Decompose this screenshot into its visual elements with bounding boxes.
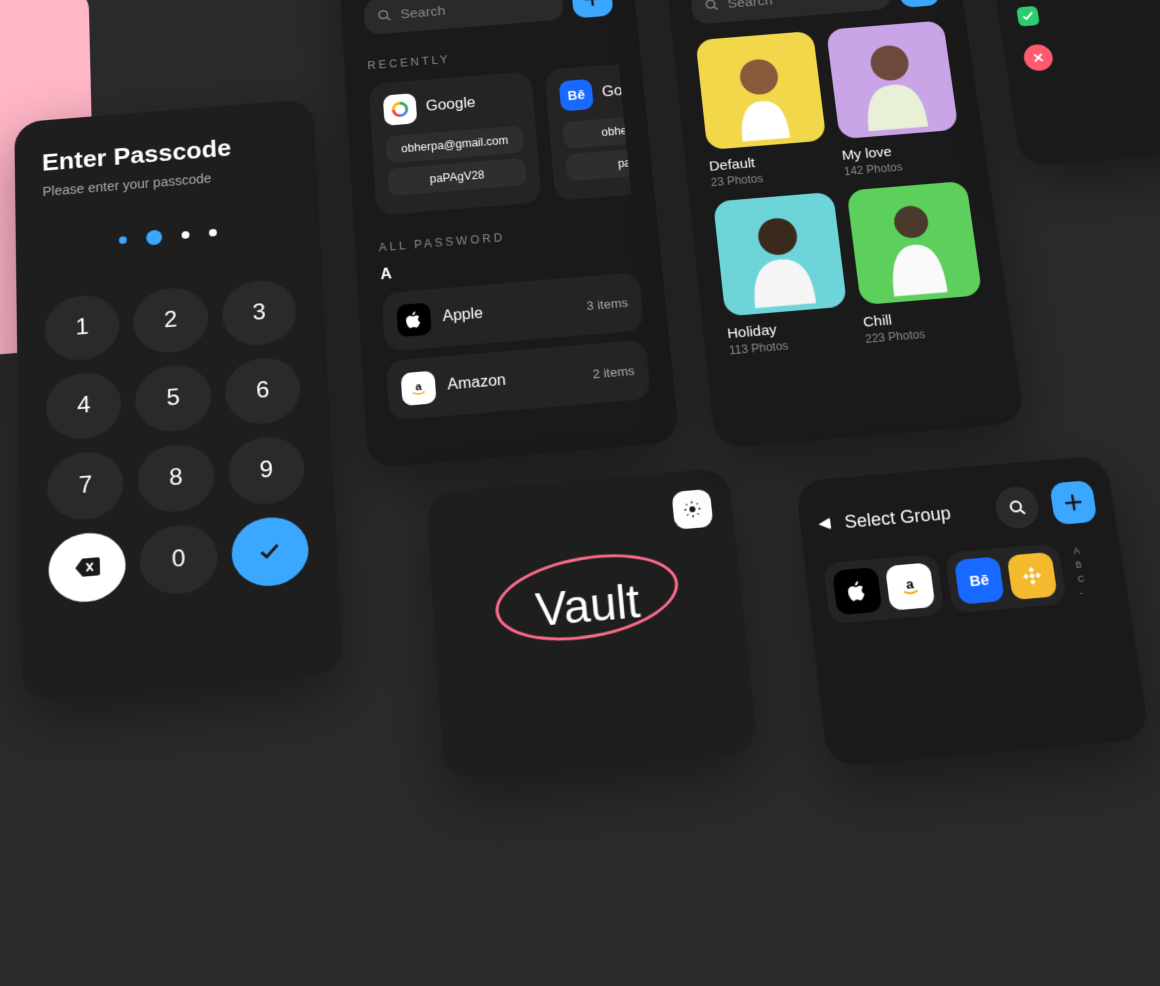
backspace-icon xyxy=(75,557,100,577)
amazon-icon: a xyxy=(401,371,437,406)
password-name: Amazon xyxy=(447,372,507,394)
select-group-screen: Select Group a Bē A B C - xyxy=(795,455,1150,767)
apple-icon xyxy=(396,302,432,337)
key-7[interactable]: 7 xyxy=(47,449,125,522)
recent-item[interactable]: Bē Google obherpa@g paPAg xyxy=(544,64,631,201)
amazon-icon: a xyxy=(885,562,936,610)
passcode-dot xyxy=(146,230,162,246)
album-item[interactable]: Holiday 113 Photos xyxy=(713,192,852,357)
key-3[interactable]: 3 xyxy=(221,278,298,348)
close-button[interactable] xyxy=(1022,43,1054,72)
album-thumb xyxy=(826,20,959,139)
vault-logo: Vault xyxy=(452,566,723,644)
behance-icon: Bē xyxy=(559,79,594,112)
check-icon xyxy=(259,543,280,561)
password-item[interactable]: Apple 3 items xyxy=(382,272,645,352)
password-count: 2 items xyxy=(592,363,635,381)
vault-screen: Vault xyxy=(426,467,759,779)
add-album-button[interactable] xyxy=(896,0,940,8)
svg-text:a: a xyxy=(415,382,422,394)
album-grid: Default 23 Photos My love 142 Photos Hol… xyxy=(695,20,988,357)
album-item[interactable]: Default 23 Photos xyxy=(695,31,831,189)
album-item[interactable]: My love 142 Photos xyxy=(826,20,964,178)
search-placeholder: Search xyxy=(727,0,773,11)
check-icon xyxy=(1022,11,1035,21)
select-group-title: Select Group xyxy=(843,500,983,533)
recent-name: Google xyxy=(601,81,631,101)
key-5[interactable]: 5 xyxy=(135,363,213,435)
key-6[interactable]: 6 xyxy=(224,355,302,427)
brand-group[interactable]: a xyxy=(823,554,945,625)
key-8[interactable]: 8 xyxy=(137,441,215,514)
search-button[interactable] xyxy=(993,485,1041,530)
passcode-dot xyxy=(119,236,127,244)
key-0[interactable]: 0 xyxy=(139,522,218,597)
search-input[interactable]: Search xyxy=(363,0,564,35)
google-icon xyxy=(383,93,418,126)
key-2[interactable]: 2 xyxy=(132,285,209,355)
key-submit[interactable] xyxy=(230,514,310,589)
recent-email: obherpa@g xyxy=(562,111,631,149)
passwords-screen: Passwords Search RECENTLY Google obherpa… xyxy=(336,0,679,469)
keypad: 1 2 3 4 5 6 7 8 9 0 xyxy=(44,278,310,605)
behance-icon: Bē xyxy=(954,556,1005,604)
add-group-button[interactable] xyxy=(1049,480,1097,525)
password-name: Apple xyxy=(442,306,484,326)
search-placeholder: Search xyxy=(400,3,446,21)
apple-icon xyxy=(832,567,882,615)
key-backspace[interactable] xyxy=(48,530,127,605)
recent-list: Google obherpa@gmail.com paPAgV28 Bē Goo… xyxy=(369,64,632,215)
recent-item[interactable]: Google obherpa@gmail.com paPAgV28 xyxy=(369,71,542,215)
album-thumb xyxy=(846,181,982,305)
plus-icon xyxy=(583,0,601,7)
album-thumb xyxy=(713,192,847,317)
key-4[interactable]: 4 xyxy=(46,370,123,442)
albums-screen: Albums Search Default 23 Photos My love … xyxy=(658,0,1025,449)
search-icon xyxy=(1008,499,1026,516)
album-thumb xyxy=(695,31,826,150)
gear-icon xyxy=(681,499,703,521)
alpha-index[interactable]: A B C - xyxy=(1073,545,1088,598)
list-item[interactable] xyxy=(1016,0,1160,27)
svg-text:a: a xyxy=(905,576,916,593)
album-item[interactable]: Chill 223 Photos xyxy=(846,181,988,346)
add-password-button[interactable] xyxy=(571,0,614,19)
password-item[interactable]: a Amazon 2 items xyxy=(386,339,651,420)
brand-group[interactable]: Bē xyxy=(945,543,1067,613)
recent-name: Google xyxy=(425,95,476,115)
checkbox-checked[interactable] xyxy=(1016,6,1040,27)
plus-icon xyxy=(1063,493,1084,512)
recent-email: obherpa@gmail.com xyxy=(385,125,524,163)
binance-icon xyxy=(1007,552,1058,600)
key-1[interactable]: 1 xyxy=(44,293,120,363)
recent-pass: paPAg xyxy=(565,143,631,181)
group-brands-row: a Bē A B C - xyxy=(823,539,1110,624)
password-count: 3 items xyxy=(586,295,629,313)
settings-button[interactable] xyxy=(671,489,713,530)
partial-list-screen: B xyxy=(975,0,1160,167)
close-icon xyxy=(1032,52,1045,63)
passcode-dot xyxy=(209,229,217,237)
search-input[interactable]: Search xyxy=(690,0,892,24)
passcode-dot xyxy=(181,231,189,239)
search-icon xyxy=(704,0,719,11)
back-button[interactable] xyxy=(818,517,832,530)
passcode-screen: Enter Passcode Please enter your passcod… xyxy=(14,99,343,701)
recent-pass: paPAgV28 xyxy=(387,158,526,196)
search-icon xyxy=(377,9,391,22)
key-9[interactable]: 9 xyxy=(227,434,306,507)
list-item[interactable] xyxy=(1022,33,1160,71)
passcode-dots xyxy=(43,223,292,255)
vault-text: Vault xyxy=(534,574,642,636)
